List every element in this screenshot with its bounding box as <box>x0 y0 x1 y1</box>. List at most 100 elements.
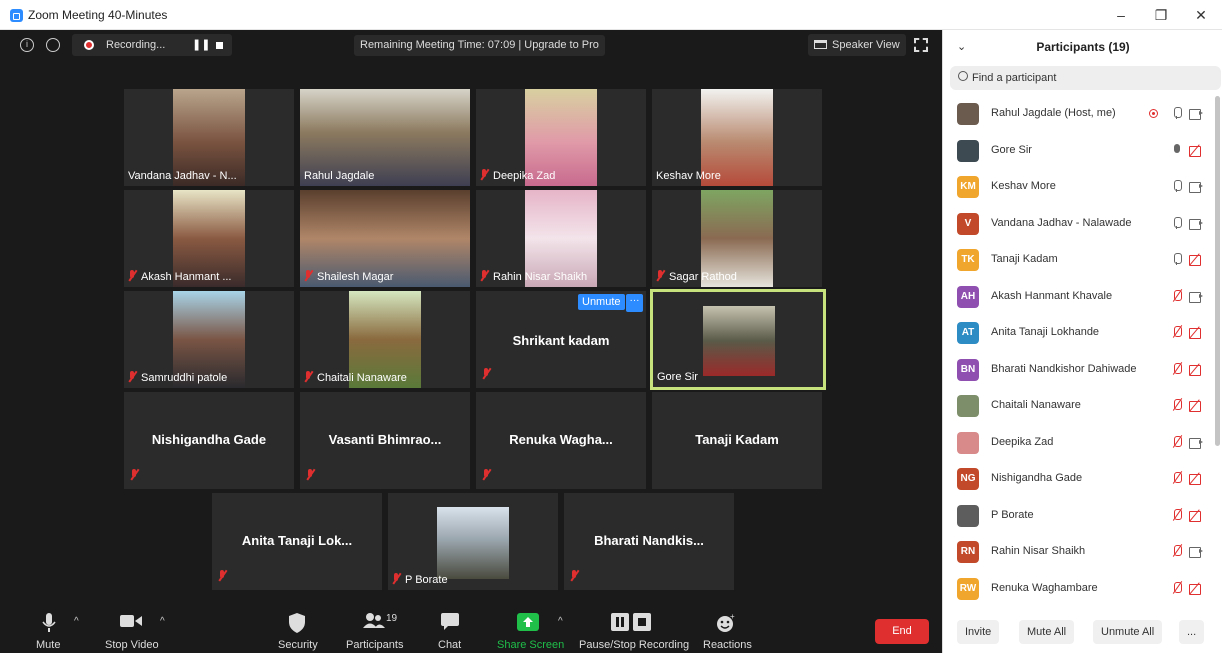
stop-recording-icon[interactable] <box>216 42 223 49</box>
minimize-button[interactable]: – <box>1106 4 1136 26</box>
unmute-all-button[interactable]: Unmute All <box>1093 620 1163 644</box>
mic-icon[interactable] <box>1173 253 1182 265</box>
chat-label: Chat <box>438 639 462 651</box>
participant-search-input[interactable] <box>972 66 1212 90</box>
video-tile[interactable]: Rahul Jagdale <box>300 89 470 186</box>
video-tile[interactable]: Bharati Nandkis... <box>564 493 734 590</box>
remaining-time-banner[interactable]: Remaining Meeting Time: 07:09 | Upgrade … <box>354 35 605 56</box>
muted-mic-icon[interactable] <box>1173 399 1182 411</box>
tile-name: Keshav More <box>656 170 721 182</box>
video-tile[interactable]: Anita Tanaji Lok... <box>212 493 382 590</box>
end-meeting-button[interactable]: End <box>875 619 929 644</box>
speaker-view-label: Speaker View <box>832 39 900 51</box>
muted-mic-icon[interactable] <box>1173 435 1182 448</box>
mic-icon[interactable] <box>1173 107 1182 119</box>
video-off-icon[interactable] <box>1189 328 1203 339</box>
muted-mic-icon[interactable] <box>1173 581 1182 594</box>
avatar <box>957 139 979 162</box>
participant-name: Bharati Nandkishor Dahiwade <box>991 362 1137 375</box>
tile-name: Gore Sir <box>657 371 698 383</box>
unmute-button[interactable]: Unmute <box>578 294 625 310</box>
muted-mic-icon[interactable] <box>1173 362 1182 375</box>
video-tile[interactable]: Renuka Wagha... <box>476 392 646 489</box>
video-icon[interactable] <box>1189 291 1203 303</box>
muted-mic-icon[interactable] <box>1173 472 1182 484</box>
video-tile[interactable]: Vandana Jadhav - N... <box>124 89 294 186</box>
muted-mic-icon[interactable] <box>1173 508 1182 521</box>
participant-name: Keshav More <box>991 180 1056 192</box>
participant-row[interactable]: RW Renuka Waghambare <box>943 571 1215 607</box>
close-button[interactable]: ✕ <box>1186 4 1216 26</box>
share-options-chevron-icon[interactable]: ^ <box>558 616 563 627</box>
video-icon[interactable] <box>1189 437 1203 449</box>
participant-row[interactable]: RN Rahin Nisar Shaikh <box>943 534 1215 570</box>
invite-button[interactable]: Invite <box>957 620 1000 644</box>
audio-options-chevron-icon[interactable]: ^ <box>74 616 79 627</box>
muted-mic-icon[interactable] <box>1173 545 1182 557</box>
video-tile[interactable]: P Borate <box>388 493 558 590</box>
video-tile[interactable]: Tanaji Kadam <box>652 392 822 489</box>
video-icon[interactable] <box>1189 218 1203 230</box>
video-tile[interactable]: Unmute ··· Shrikant kadam <box>476 291 646 388</box>
video-tile[interactable]: Deepika Zad <box>476 89 646 186</box>
participant-row[interactable]: AH Akash Hanmant Khavale <box>943 279 1215 315</box>
pause-recording-icon[interactable]: ❚❚ <box>192 38 210 51</box>
video-options-chevron-icon[interactable]: ^ <box>160 616 165 627</box>
muted-mic-icon[interactable] <box>1173 289 1182 302</box>
restore-button[interactable]: ❐ <box>1146 4 1176 26</box>
participants-label: Participants <box>346 639 404 651</box>
avatar <box>957 103 979 125</box>
video-tile[interactable]: Nishigandha Gade <box>124 392 294 489</box>
window-title: Zoom Meeting 40-Minutes <box>28 8 168 22</box>
mic-icon[interactable] <box>1173 216 1182 229</box>
participant-row[interactable]: TK Tanaji Kadam <box>943 242 1215 278</box>
video-tile[interactable]: Chaitali Nanaware <box>300 291 470 388</box>
participant-row[interactable]: KM Keshav More <box>943 169 1215 205</box>
tile-name-label: Akash Hanmant ... <box>141 271 232 283</box>
video-icon[interactable] <box>1189 547 1203 558</box>
tile-big-name: Vasanti Bhimrao... <box>328 432 442 447</box>
participant-row[interactable]: AT Anita Tanaji Lokhande <box>943 315 1215 351</box>
participant-list-scrollbar[interactable] <box>1215 96 1220 446</box>
video-tile[interactable]: Shailesh Magar <box>300 190 470 287</box>
video-icon[interactable] <box>1189 109 1203 120</box>
participant-row[interactable]: Rahul Jagdale (Host, me) <box>943 96 1215 132</box>
participant-row[interactable]: NG Nishigandha Gade <box>943 461 1215 497</box>
participant-row[interactable]: Chaitali Nanaware <box>943 388 1215 424</box>
video-tile[interactable]: Samruddhi patole <box>124 291 294 388</box>
mic-icon[interactable] <box>1173 180 1182 192</box>
video-off-icon[interactable] <box>1189 145 1203 157</box>
participant-name: P Borate <box>991 508 1034 521</box>
more-options-button[interactable]: ... <box>1179 620 1205 644</box>
more-options-button[interactable]: ··· <box>626 294 643 312</box>
muted-mic-icon[interactable] <box>1173 326 1182 338</box>
video-off-icon[interactable] <box>1189 474 1203 485</box>
video-off-icon[interactable] <box>1189 255 1203 266</box>
video-tile[interactable]: Sagar Rathod <box>652 190 822 287</box>
participant-row[interactable]: V Vandana Jadhav - Nalawade <box>943 206 1215 242</box>
video-off-icon[interactable] <box>1189 583 1203 595</box>
mute-all-button[interactable]: Mute All <box>1019 620 1075 644</box>
video-tile[interactable]: Rahin Nisar Shaikh <box>476 190 646 287</box>
active-speaker-tile[interactable]: Gore Sir <box>650 289 826 390</box>
video-off-icon[interactable] <box>1189 401 1203 412</box>
avatar <box>957 431 979 454</box>
participant-row[interactable]: Gore Sir <box>943 133 1215 169</box>
mic-icon[interactable] <box>1173 143 1181 156</box>
video-off-icon[interactable] <box>1189 510 1203 522</box>
video-tile[interactable]: Akash Hanmant ... <box>124 190 294 287</box>
info-icon[interactable]: i <box>20 38 34 52</box>
speaker-view-button[interactable]: Speaker View <box>808 34 906 56</box>
video-icon[interactable] <box>1189 182 1203 193</box>
recording-dot-icon <box>84 40 94 50</box>
tile-name: Vandana Jadhav - N... <box>128 170 237 182</box>
video-off-icon[interactable] <box>1189 364 1203 376</box>
video-tile[interactable]: Vasanti Bhimrao... <box>300 392 470 489</box>
participant-row[interactable]: Deepika Zad <box>943 425 1215 461</box>
participant-row[interactable]: BN Bharati Nandkishor Dahiwade <box>943 352 1215 388</box>
muted-mic-icon <box>480 270 489 281</box>
fullscreen-icon[interactable] <box>914 38 928 52</box>
shield-check-icon[interactable] <box>46 38 60 52</box>
participant-row[interactable]: P Borate <box>943 498 1215 534</box>
video-tile[interactable]: Keshav More <box>652 89 822 186</box>
